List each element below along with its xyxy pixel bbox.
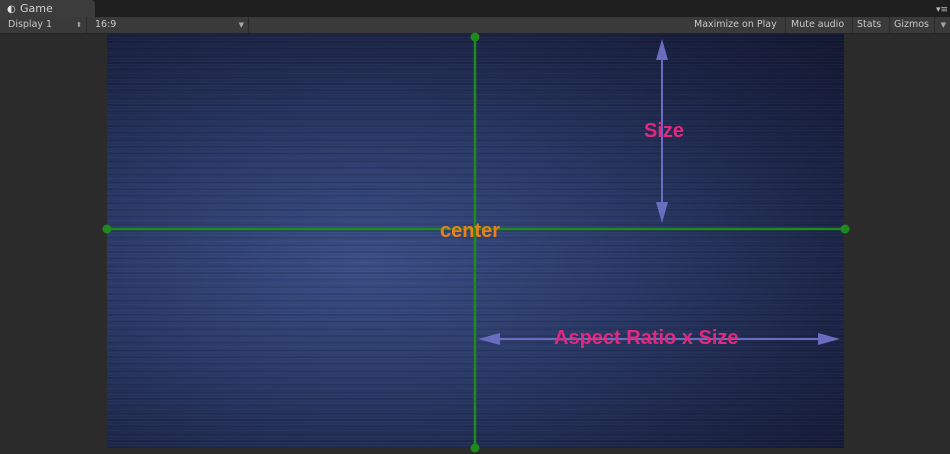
- size-label: Size: [644, 120, 685, 142]
- arrow-down-icon: [656, 202, 668, 223]
- arrow-up-icon: [656, 39, 668, 60]
- center-label: center: [440, 220, 501, 242]
- arrow-right-icon: [818, 333, 840, 345]
- left-end-dot: [102, 224, 112, 234]
- right-end-dot: [840, 224, 850, 234]
- bottom-end-dot: [470, 443, 480, 453]
- top-end-dot: [470, 32, 480, 42]
- arrow-left-icon: [478, 333, 500, 345]
- aspect-ratio-size-label: Aspect Ratio x Size: [554, 327, 739, 349]
